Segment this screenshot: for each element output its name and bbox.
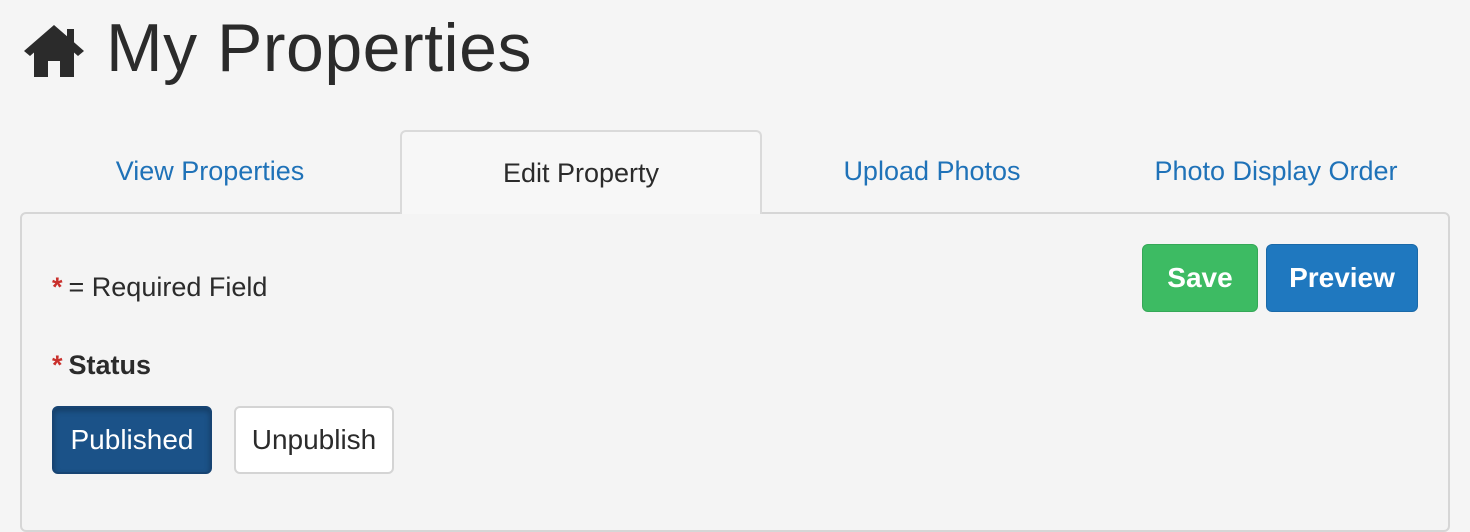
required-asterisk: * xyxy=(52,272,63,302)
page-header: My Properties xyxy=(22,8,532,88)
tab-bar: View Properties Edit Property Upload Pho… xyxy=(20,130,1450,214)
tab-view-properties[interactable]: View Properties xyxy=(20,130,400,212)
required-note-text: = Required Field xyxy=(68,272,268,302)
status-label-text: Status xyxy=(68,350,152,380)
tab-edit-property[interactable]: Edit Property xyxy=(400,130,762,214)
page-title: My Properties xyxy=(106,10,532,86)
tab-photo-display-order[interactable]: Photo Display Order xyxy=(1102,130,1450,212)
required-asterisk: * xyxy=(52,350,63,380)
edit-property-panel: * = Required Field Save Preview * Status P… xyxy=(20,212,1450,532)
published-toggle-button[interactable]: Published xyxy=(52,406,212,474)
home-icon xyxy=(22,23,86,79)
status-label: * Status xyxy=(52,350,151,381)
unpublish-toggle-button[interactable]: Unpublish xyxy=(234,406,394,474)
save-button[interactable]: Save xyxy=(1142,244,1258,312)
tab-upload-photos[interactable]: Upload Photos xyxy=(762,130,1102,212)
required-field-note: * = Required Field xyxy=(52,272,267,303)
preview-button[interactable]: Preview xyxy=(1266,244,1418,312)
